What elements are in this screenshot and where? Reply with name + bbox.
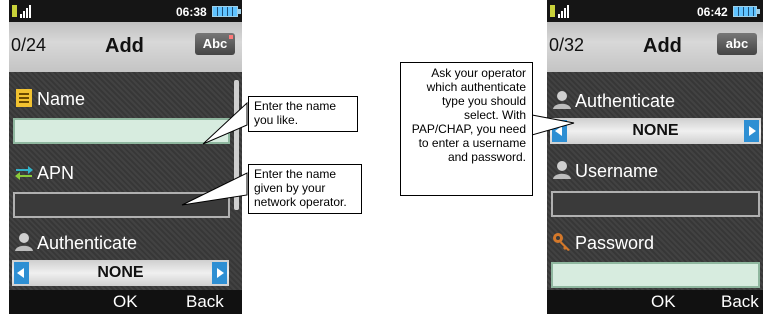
auth-callout-pointer xyxy=(531,114,575,136)
name-callout: Enter the name you like. xyxy=(248,96,358,132)
name-callout-pointer xyxy=(202,101,248,145)
apn-callout: Enter the name given by your network ope… xyxy=(248,164,362,214)
apn-callout-pointer xyxy=(181,172,248,206)
apn-callout-text: Enter the name given by your network ope… xyxy=(254,167,347,209)
callout-pointers xyxy=(181,101,575,206)
name-callout-text: Enter the name you like. xyxy=(254,99,337,127)
auth-callout-text: Ask your operator which authenticate typ… xyxy=(411,66,526,164)
auth-callout: Ask your operator which authenticate typ… xyxy=(400,62,533,196)
